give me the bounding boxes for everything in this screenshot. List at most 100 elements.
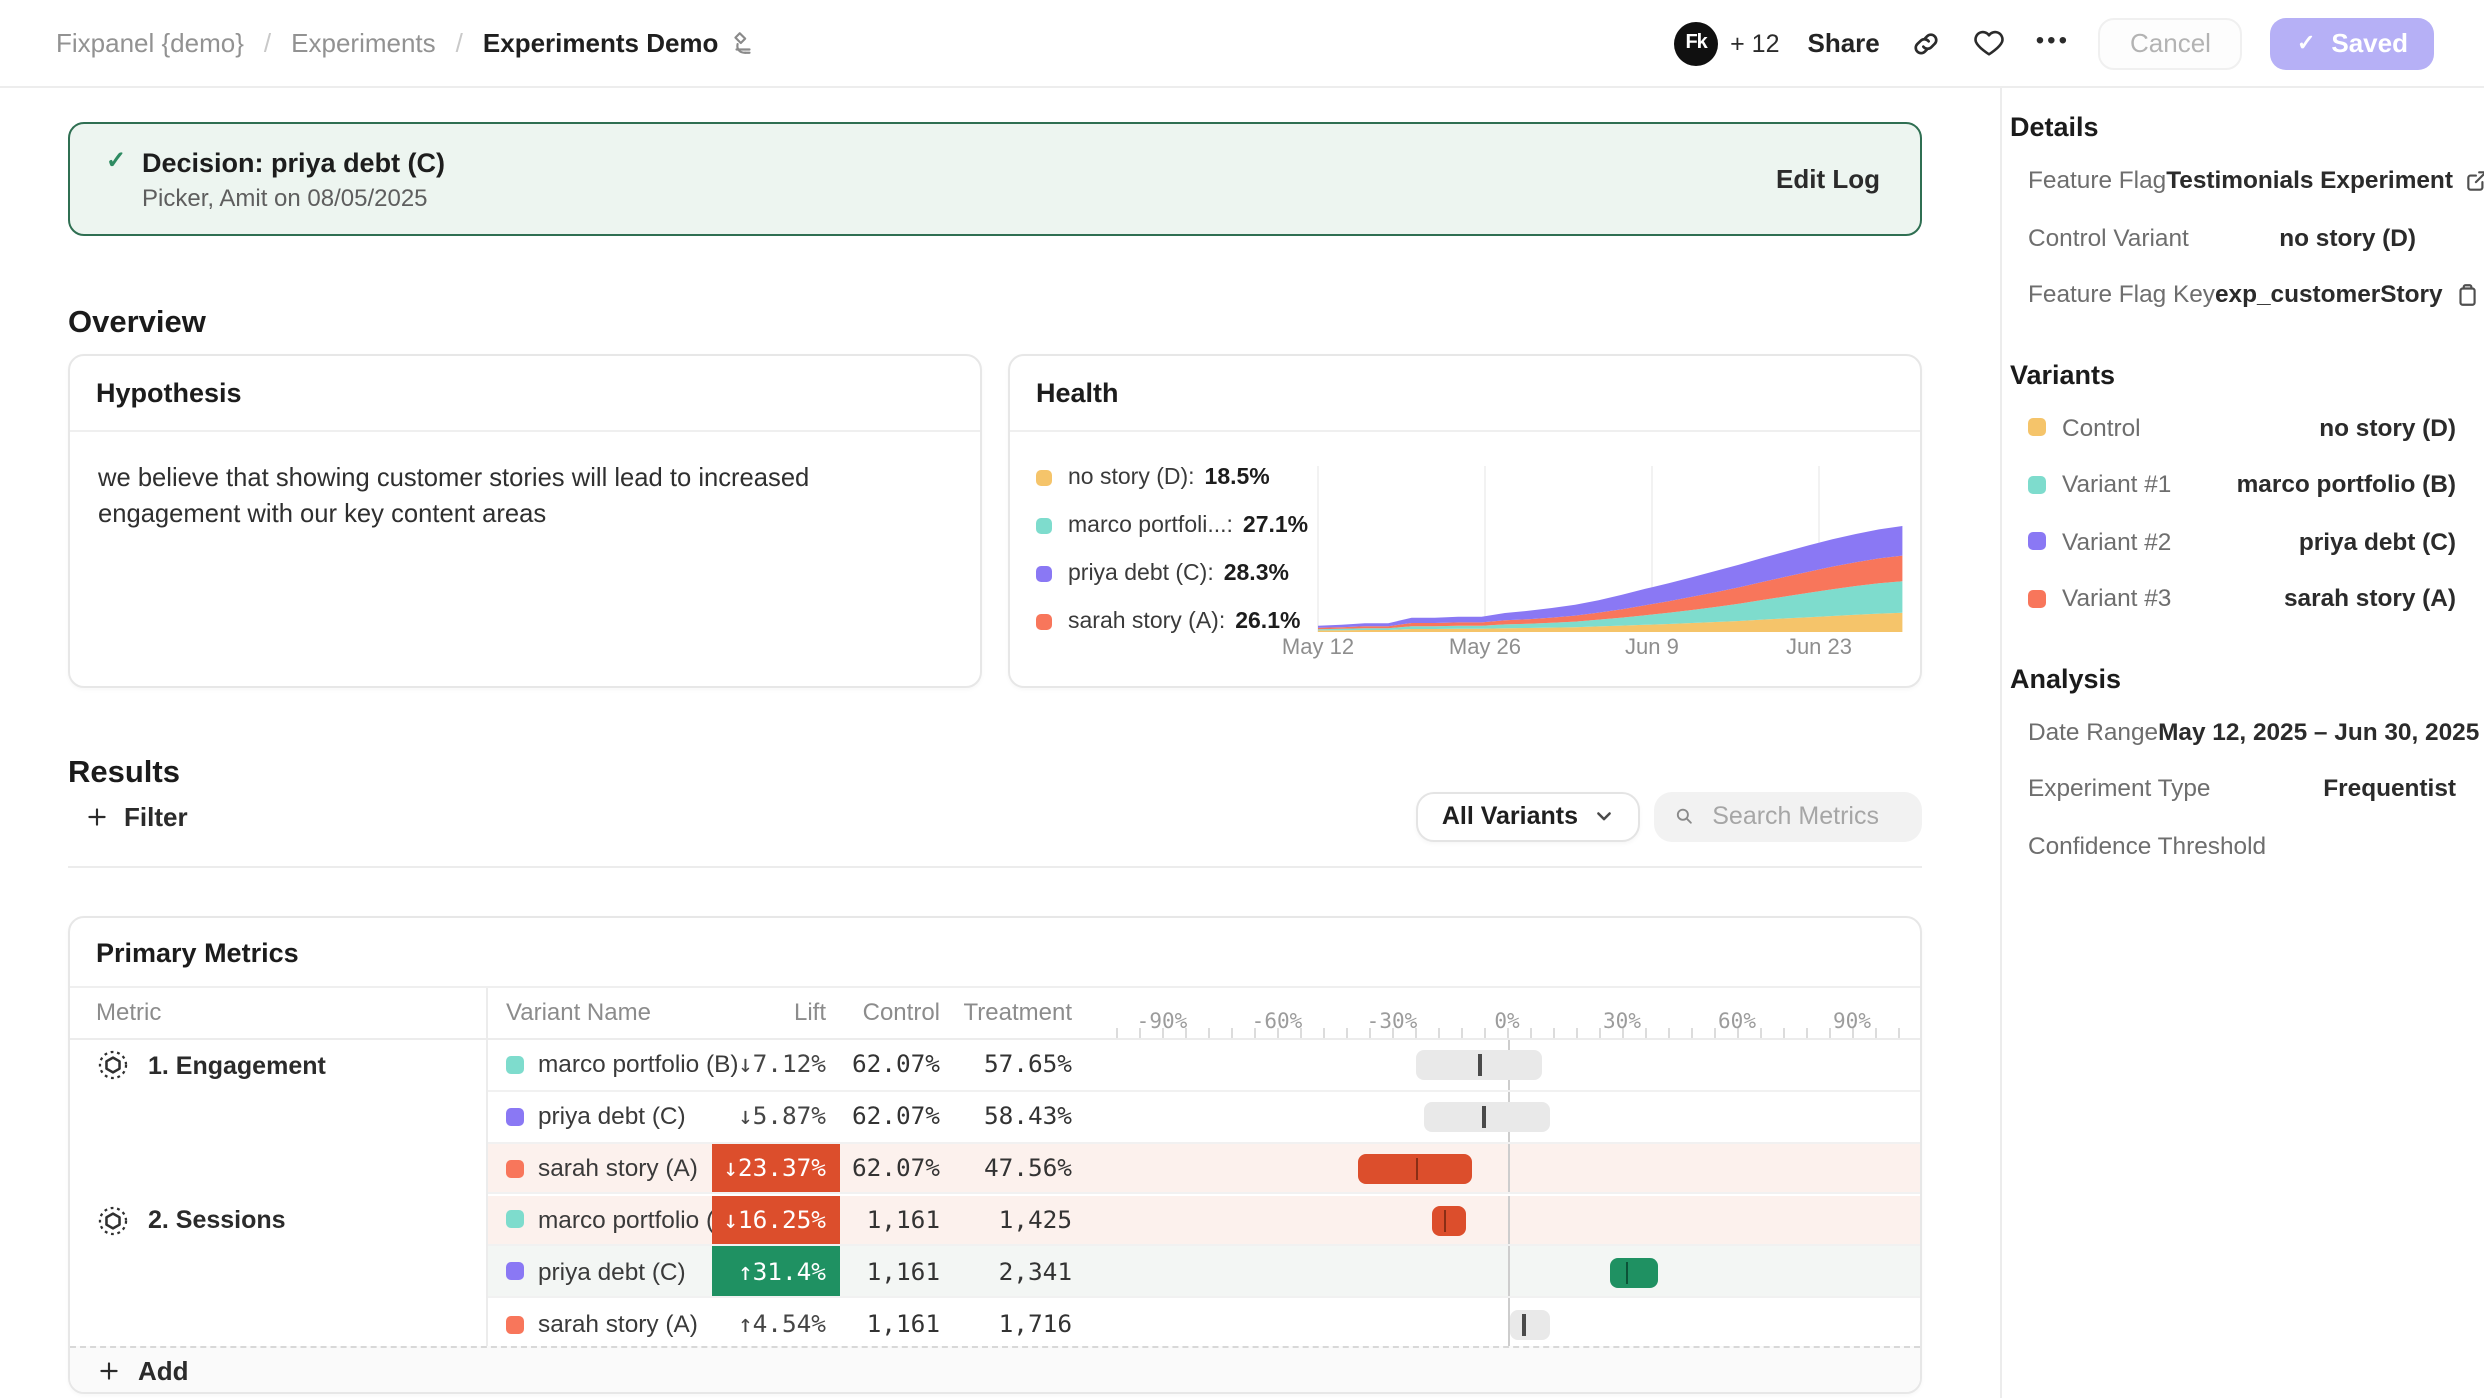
variant-color-chip bbox=[506, 1315, 524, 1333]
favorite-icon[interactable] bbox=[1972, 25, 2008, 61]
variant-name: priya debt (C) bbox=[538, 1102, 686, 1130]
sidebar-label: Feature Flag Key bbox=[2028, 281, 2215, 309]
table-row[interactable]: marco portfolio (B)↓16.25%1,1611,425 bbox=[488, 1195, 1920, 1247]
table-row[interactable]: sarah story (A)↑4.54%1,1611,716 bbox=[488, 1298, 1920, 1350]
variant-name: priya debt (C) bbox=[538, 1257, 686, 1285]
details-section-title: Details bbox=[2010, 112, 2456, 152]
sidebar-value: Frequentist bbox=[2323, 775, 2456, 803]
variant-color-chip bbox=[2028, 533, 2046, 551]
variant-color-chip bbox=[506, 1159, 524, 1177]
variant-color-chip bbox=[2028, 590, 2046, 608]
legend-value: 26.1% bbox=[1235, 610, 1300, 634]
variant-color-chip bbox=[506, 1262, 524, 1280]
zero-line bbox=[1507, 1143, 1509, 1193]
legend-label: marco portfoli...: bbox=[1068, 514, 1233, 538]
sidebar-row: Control no story (D) bbox=[2010, 399, 2456, 456]
variant-color-chip bbox=[2028, 476, 2046, 494]
treatment-value: 1,716 bbox=[954, 1298, 1086, 1350]
add-filter-button[interactable]: Filter bbox=[68, 790, 204, 842]
sidebar-row: Feature FlagTestimonials Experiment bbox=[2010, 152, 2456, 209]
control-value: 1,161 bbox=[840, 1195, 954, 1245]
legend-item: priya debt (C):28.3% bbox=[1036, 550, 1308, 598]
legend-value: 27.1% bbox=[1243, 514, 1308, 538]
breadcrumb-separator: / bbox=[456, 28, 463, 58]
copy-icon[interactable] bbox=[2455, 282, 2483, 308]
sidebar-value: no story (D) bbox=[2319, 414, 2456, 442]
variants-filter-dropdown[interactable]: All Variants bbox=[1416, 791, 1640, 841]
legend-color-chip bbox=[1036, 518, 1052, 534]
table-row[interactable]: sarah story (A)↓23.37%62.07%47.56% bbox=[488, 1143, 1920, 1195]
avatar[interactable]: Fk bbox=[1674, 21, 1718, 65]
sidebar-label: Control bbox=[2062, 414, 2141, 442]
breadcrumb-item[interactable]: Fixpanel {demo} bbox=[56, 28, 244, 58]
ci-point-marker bbox=[1626, 1261, 1629, 1283]
lift-value: ↑31.4% bbox=[712, 1247, 840, 1297]
ci-point-marker bbox=[1483, 1106, 1486, 1128]
cancel-button[interactable]: Cancel bbox=[2098, 17, 2243, 69]
add-metric-button[interactable]: Add bbox=[70, 1346, 1920, 1392]
copy-link-icon[interactable] bbox=[1908, 25, 1944, 61]
variant-color-chip bbox=[2028, 419, 2046, 437]
top-actions: Fk + 12 Share ••• Cancel ✓ Saved bbox=[1674, 17, 2434, 69]
x-axis-tick-label: May 26 bbox=[1425, 636, 1545, 660]
x-axis-tick-label: Jun 9 bbox=[1592, 636, 1712, 660]
saved-button[interactable]: ✓ Saved bbox=[2271, 17, 2434, 69]
ci-axis-header: -90%-60%-30%0%30%60%90% bbox=[1086, 988, 1920, 1038]
sidebar-label: Variant #2 bbox=[2062, 528, 2171, 556]
details-section: Feature FlagTestimonials ExperimentContr… bbox=[2010, 152, 2456, 323]
treatment-value: 1,425 bbox=[954, 1195, 1086, 1245]
hypothesis-card-header: Hypothesis bbox=[70, 356, 980, 432]
table-row[interactable]: priya debt (C)↓5.87%62.07%58.43% bbox=[488, 1092, 1920, 1144]
table-row[interactable]: marco portfolio (B)↓7.12%62.07%57.65% bbox=[488, 1040, 1920, 1092]
variant-color-chip bbox=[506, 1107, 524, 1125]
metric-cell[interactable]: 1. Engagement bbox=[70, 1040, 488, 1195]
chevron-down-icon bbox=[1594, 806, 1614, 826]
table-header: Metric Variant Name Lift Control Treatme… bbox=[70, 988, 1920, 1040]
ci-point-marker bbox=[1523, 1313, 1526, 1335]
variant-cell: sarah story (A) bbox=[488, 1143, 712, 1193]
sidebar-row: Variant #2priya debt (C) bbox=[2010, 513, 2456, 570]
table-row[interactable]: priya debt (C) ↑31.4%1,1612,341 bbox=[488, 1247, 1920, 1299]
legend-item: no story (D):18.5% bbox=[1036, 454, 1308, 502]
confidence-interval-cell bbox=[1086, 1143, 1920, 1193]
treatment-value: 2,341 bbox=[954, 1247, 1086, 1297]
metric-name: 2. Sessions bbox=[148, 1207, 286, 1235]
sidebar-row: Variant #1marco portfolio (B) bbox=[2010, 456, 2456, 513]
confidence-interval-cell bbox=[1086, 1040, 1920, 1090]
variants-section: Control no story (D) Variant #1marco portf… bbox=[2010, 399, 2456, 627]
treatment-value: 57.65% bbox=[954, 1040, 1086, 1090]
results-heading: Results bbox=[68, 756, 180, 792]
more-options-icon[interactable]: ••• bbox=[2036, 25, 2070, 61]
decision-title: Decision: priya debt (C) bbox=[142, 147, 445, 177]
share-button[interactable]: Share bbox=[1808, 28, 1880, 58]
sidebar-label: Experiment Type bbox=[2028, 775, 2210, 803]
edit-log-button[interactable]: Edit Log bbox=[1776, 164, 1880, 194]
lift-value: ↑4.54% bbox=[712, 1298, 840, 1350]
sidebar-label: Variant #3 bbox=[2062, 585, 2171, 613]
collaborator-count[interactable]: + 12 bbox=[1730, 29, 1779, 57]
zero-line bbox=[1507, 1298, 1509, 1350]
control-value: 1,161 bbox=[840, 1247, 954, 1297]
health-title: Health bbox=[1036, 378, 1119, 408]
external-link-icon[interactable] bbox=[2465, 168, 2484, 194]
search-metrics-input[interactable] bbox=[1708, 800, 1902, 832]
metric-cell[interactable]: 2. Sessions bbox=[70, 1195, 488, 1350]
breadcrumb-separator: / bbox=[264, 28, 271, 58]
legend-label: no story (D): bbox=[1068, 466, 1195, 490]
hypothesis-body[interactable]: we believe that showing customer stories… bbox=[70, 432, 980, 560]
search-icon bbox=[1674, 804, 1694, 828]
treatment-value: 58.43% bbox=[954, 1092, 1086, 1142]
column-header-variant: Variant Name bbox=[488, 988, 712, 1038]
legend-label: sarah story (A): bbox=[1068, 610, 1225, 634]
primary-metrics-title: Primary Metrics bbox=[96, 937, 299, 967]
breadcrumb-item[interactable]: Experiments Demo bbox=[483, 28, 757, 58]
confidence-interval-cell bbox=[1086, 1092, 1920, 1142]
legend-color-chip bbox=[1036, 614, 1052, 630]
breadcrumb: Fixpanel {demo} / Experiments / Experiments … bbox=[56, 28, 756, 58]
breadcrumb-item[interactable]: Experiments bbox=[291, 28, 436, 58]
sidebar-value: no story (D) bbox=[2279, 224, 2416, 252]
legend-item: marco portfoli...: 27.1% bbox=[1036, 502, 1308, 550]
ci-bar bbox=[1432, 1206, 1467, 1236]
column-header-control: Control bbox=[840, 988, 954, 1038]
variant-cell: marco portfolio (B) bbox=[488, 1040, 712, 1090]
